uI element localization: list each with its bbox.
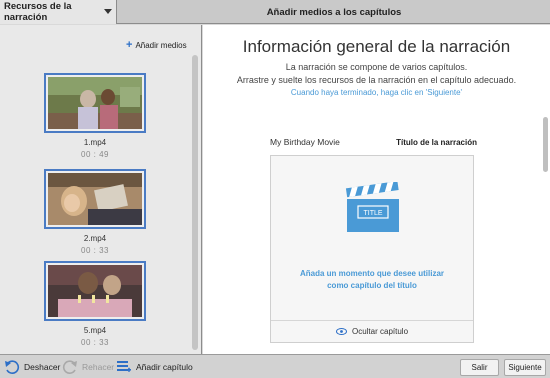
clip-name: 1.mp4 [83, 138, 107, 147]
page-title: Información general de la narración [242, 37, 511, 56]
chevron-down-icon[interactable] [104, 9, 112, 14]
description-line-2: Arrastre y suelte los recursos de la nar… [236, 75, 517, 85]
clip-name: 2.mp4 [83, 234, 107, 243]
clip-image [48, 77, 142, 129]
chapter-message: Añada un momento que desee utilizar como… [271, 268, 473, 292]
clip-name: 5.mp4 [83, 326, 107, 335]
clip-duration: 00 : 33 [81, 246, 109, 255]
chapter-message-line-1: Añada un momento que desee utilizar [299, 269, 445, 278]
tab-story-assets[interactable]: Recursos de la narración [0, 0, 117, 24]
description-line-1: La narración se compone de varios capítu… [285, 62, 468, 72]
redo-icon [62, 360, 77, 374]
hide-chapter-button[interactable]: Ocultar capítulo [271, 320, 473, 342]
tab-story-assets-label: Recursos de la narración [4, 1, 72, 23]
chapter-body[interactable]: TITLE Añada un momento que desee utiliza… [271, 156, 473, 319]
redo-label: Rehacer [82, 362, 115, 372]
redo-button[interactable]: Rehacer [62, 359, 114, 375]
clip-item[interactable]: 2.mp4 00 : 33 [44, 169, 146, 255]
tab-bar: Recursos de la narración Añadir medios a… [0, 0, 550, 24]
story-overview-panel: Información general de la narración La n… [203, 25, 550, 354]
clip-duration: 00 : 49 [81, 150, 109, 159]
add-media-label: Añadir medios [135, 41, 187, 50]
clapperboard-icon: TITLE [345, 182, 399, 232]
add-chapter-label: Añadir capítulo [136, 362, 193, 372]
add-chapter-button[interactable]: Añadir capítulo [116, 359, 193, 375]
story-assets-panel: + Añadir medios 1.mp4 00 : 49 2.mp4 00:… [0, 25, 202, 354]
hint-text: Cuando haya terminado, haga clic en 'Sig… [290, 88, 463, 97]
tab-add-media-label: Añadir medios a los capítulos [266, 6, 402, 18]
clapper-label: TITLE [363, 210, 382, 217]
bottom-toolbar: Deshacer Rehacer Añadir capítulo Salir S… [0, 354, 550, 378]
undo-button[interactable]: Deshacer [4, 359, 60, 375]
add-chapter-icon [117, 361, 131, 372]
clip-image [48, 265, 142, 317]
exit-button[interactable]: Salir [460, 359, 499, 376]
story-header: My Birthday Movie Título de la narración [270, 137, 477, 151]
title-chapter-dropzone[interactable]: TITLE Añada un momento que desee utiliza… [270, 155, 474, 343]
clip-thumbnail[interactable] [44, 261, 146, 321]
plus-icon: + [126, 39, 133, 51]
left-scrollbar[interactable] [192, 55, 198, 350]
tab-add-media-to-chapters[interactable]: Añadir medios a los capítulos [118, 0, 550, 24]
clip-item[interactable]: 1.mp4 00 : 49 [44, 73, 146, 159]
clip-thumbnail[interactable] [44, 73, 146, 133]
clip-thumbnail[interactable] [44, 169, 146, 229]
undo-label: Deshacer [24, 362, 61, 372]
chapter-message-line-2: como capítulo del título [327, 281, 417, 290]
clip-image [48, 173, 142, 225]
next-button[interactable]: Siguiente [504, 359, 546, 376]
undo-icon [5, 360, 20, 374]
clip-duration: 00 : 33 [81, 338, 109, 347]
add-media-button[interactable]: + Añadir medios [126, 40, 187, 51]
chapter-label: Título de la narración [396, 138, 477, 147]
clip-item[interactable]: 5.mp4 00 : 33 [44, 261, 146, 347]
eye-icon [335, 328, 347, 335]
hide-chapter-label: Ocultar capítulo [351, 327, 409, 336]
right-scrollbar[interactable] [543, 117, 548, 172]
movie-name[interactable]: My Birthday Movie [270, 137, 340, 147]
